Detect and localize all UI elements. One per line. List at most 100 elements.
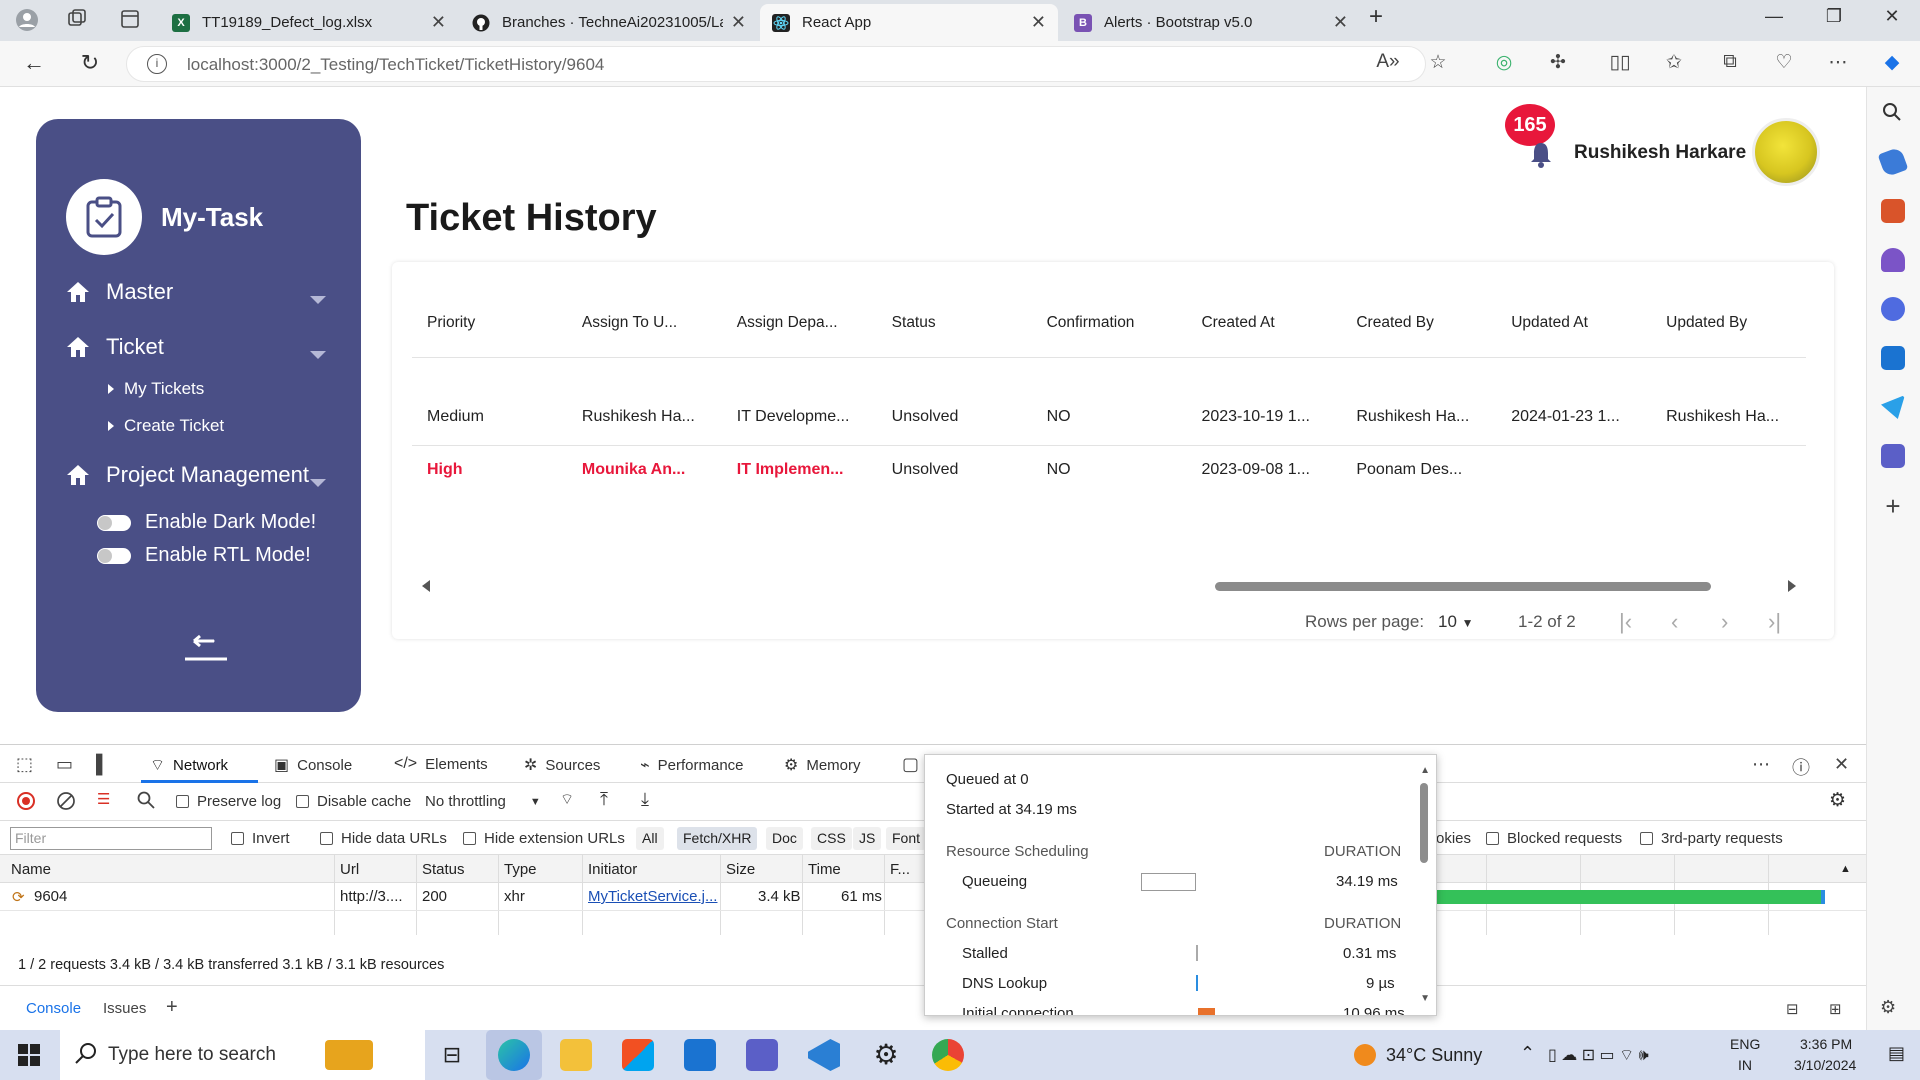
avatar[interactable]: [1752, 118, 1820, 186]
chrome-icon[interactable]: [932, 1039, 964, 1071]
close-window-icon[interactable]: ✕: [1872, 6, 1912, 27]
tab-actions-icon[interactable]: [117, 8, 143, 34]
workspaces-icon[interactable]: [64, 8, 90, 34]
column-header-initiator[interactable]: Initiator: [588, 861, 637, 878]
table-row[interactable]: High Mounika An... IT Implemen... Unsolv…: [412, 446, 1806, 494]
weather-text[interactable]: 34°C Sunny: [1386, 1045, 1482, 1066]
back-arrow-icon[interactable]: ←: [18, 50, 50, 76]
first-page-icon[interactable]: |‹: [1619, 609, 1632, 635]
column-header[interactable]: Created By: [1341, 314, 1496, 332]
column-header-name[interactable]: Name: [11, 861, 51, 878]
request-initiator-link[interactable]: MyTicketService.j...: [588, 888, 717, 905]
throttling-select[interactable]: No throttling ▼: [425, 793, 541, 810]
rows-per-page-select[interactable]: 10 ▼: [1438, 612, 1474, 632]
hide-extension-urls-checkbox[interactable]: Hide extension URLs: [463, 830, 625, 847]
read-aloud-icon[interactable]: A»: [1374, 51, 1402, 73]
tab-elements[interactable]: </> Elements: [394, 755, 488, 773]
scroll-down-icon[interactable]: ▼: [1420, 993, 1430, 1004]
clock-date[interactable]: 3/10/2024: [1794, 1057, 1856, 1073]
column-header[interactable]: Confirmation: [1032, 314, 1187, 332]
tab-console[interactable]: ▣ Console: [274, 755, 352, 775]
rtl-mode-toggle[interactable]: [97, 547, 131, 564]
record-icon[interactable]: [16, 791, 36, 811]
games-icon[interactable]: [1881, 248, 1905, 272]
chevron-down-icon[interactable]: [310, 479, 326, 487]
scrollbar-thumb[interactable]: [1215, 582, 1711, 591]
column-header-url[interactable]: Url: [340, 861, 359, 878]
filter-chip-doc[interactable]: Doc: [766, 827, 803, 850]
popover-scrollbar[interactable]: [1420, 783, 1428, 863]
new-tab-icon[interactable]: +: [1356, 3, 1396, 31]
chevron-down-icon[interactable]: [310, 296, 326, 304]
table-row[interactable]: Medium Rushikesh Ha... IT Developme... U…: [412, 388, 1806, 446]
sidebar-item-master[interactable]: Master: [66, 279, 173, 305]
browser-essentials-icon[interactable]: ♡: [1770, 51, 1798, 74]
settings-gear-icon[interactable]: ⚙: [870, 1039, 902, 1071]
scroll-up-icon[interactable]: ▲: [1420, 765, 1430, 776]
filter-chip-css[interactable]: CSS: [811, 827, 852, 850]
tab-network[interactable]: ⌔ Network: [150, 755, 228, 775]
tab-performance[interactable]: ⌁ Performance: [640, 755, 744, 775]
column-header-status[interactable]: Status: [422, 861, 465, 878]
more-options-icon[interactable]: ⋯: [1824, 51, 1852, 74]
dark-mode-toggle[interactable]: [97, 514, 131, 531]
more-options-icon[interactable]: ⋯: [1752, 754, 1770, 775]
drawer-tab-console[interactable]: Console: [26, 1000, 81, 1017]
tray-icons[interactable]: ▯ ☁ ⊡ ▭ ⌔ 🕪: [1548, 1045, 1649, 1065]
invert-checkbox[interactable]: Invert: [231, 830, 290, 847]
info-icon[interactable]: i: [147, 54, 167, 74]
undock-icon[interactable]: ⊞: [1829, 1000, 1842, 1018]
tools-icon[interactable]: [1881, 199, 1905, 223]
search-icon[interactable]: [136, 790, 156, 810]
collections-icon[interactable]: ⧉: [1716, 51, 1744, 73]
column-header[interactable]: Updated At: [1496, 314, 1651, 332]
filter-icon[interactable]: ☰: [97, 790, 110, 808]
tab-sources[interactable]: ✲ Sources: [524, 755, 600, 775]
scroll-right-icon[interactable]: [1788, 580, 1796, 592]
close-icon[interactable]: ✕: [1031, 12, 1046, 33]
tab-memory[interactable]: ⚙ Memory: [784, 755, 861, 775]
url-field[interactable]: i localhost:3000/2_Testing/TechTicket/Ti…: [126, 46, 1426, 82]
minimize-icon[interactable]: —: [1754, 6, 1794, 27]
restore-icon[interactable]: ❐: [1814, 6, 1854, 27]
outlook-icon[interactable]: [1881, 346, 1905, 370]
extension-icon[interactable]: ◎: [1490, 51, 1518, 74]
close-icon[interactable]: ✕: [1333, 12, 1348, 33]
column-header-time[interactable]: Time: [808, 861, 841, 878]
scroll-left-icon[interactable]: [422, 580, 430, 592]
help-icon[interactable]: ⓘ: [1792, 754, 1810, 780]
filter-chip-fetch-xhr[interactable]: Fetch/XHR: [677, 827, 758, 850]
taskbar-search-box[interactable]: Type here to search: [60, 1030, 425, 1080]
sidebar-item-project-management[interactable]: Project Management: [66, 462, 309, 488]
column-header[interactable]: Assign To U...: [567, 314, 722, 332]
hide-data-urls-checkbox[interactable]: Hide data URLs: [320, 830, 447, 847]
dock-side-icon[interactable]: ▌: [96, 754, 109, 775]
browser-tab-excel[interactable]: X TT19189_Defect_log.xlsx ✕: [160, 4, 458, 41]
language-top[interactable]: ENG: [1730, 1036, 1760, 1052]
add-tab-icon[interactable]: +: [166, 996, 178, 1019]
column-header[interactable]: Status: [877, 314, 1032, 332]
column-header-size[interactable]: Size: [726, 861, 755, 878]
split-screen-icon[interactable]: ▯▯: [1606, 51, 1634, 74]
mail-icon[interactable]: [684, 1039, 716, 1071]
profile-icon[interactable]: [14, 8, 40, 34]
waterfall-bar[interactable]: [1435, 890, 1825, 904]
windows-start-icon[interactable]: [18, 1044, 40, 1071]
filter-chip-font[interactable]: Font: [886, 827, 927, 850]
browser-tab-react-app[interactable]: React App ✕: [760, 4, 1058, 41]
preserve-log-checkbox[interactable]: Preserve log: [176, 793, 281, 810]
dark-mode-toggle-row[interactable]: Enable Dark Mode!: [97, 511, 316, 534]
favorites-icon[interactable]: ✩: [1660, 51, 1688, 74]
clock-time[interactable]: 3:36 PM: [1800, 1036, 1852, 1052]
edge-browser-icon[interactable]: [498, 1039, 530, 1071]
application-icon[interactable]: ▢: [902, 754, 919, 775]
horizontal-scrollbar[interactable]: [412, 574, 1806, 598]
column-header-type[interactable]: Type: [504, 861, 537, 878]
microsoft-365-icon[interactable]: [1881, 297, 1905, 321]
download-icon[interactable]: ⤓: [641, 789, 649, 810]
drawer-tab-issues[interactable]: Issues: [103, 1000, 146, 1017]
close-icon[interactable]: ✕: [731, 12, 746, 33]
previous-page-icon[interactable]: ‹: [1671, 609, 1678, 635]
last-page-icon[interactable]: ›|: [1768, 609, 1781, 635]
column-header[interactable]: Created At: [1186, 314, 1341, 332]
